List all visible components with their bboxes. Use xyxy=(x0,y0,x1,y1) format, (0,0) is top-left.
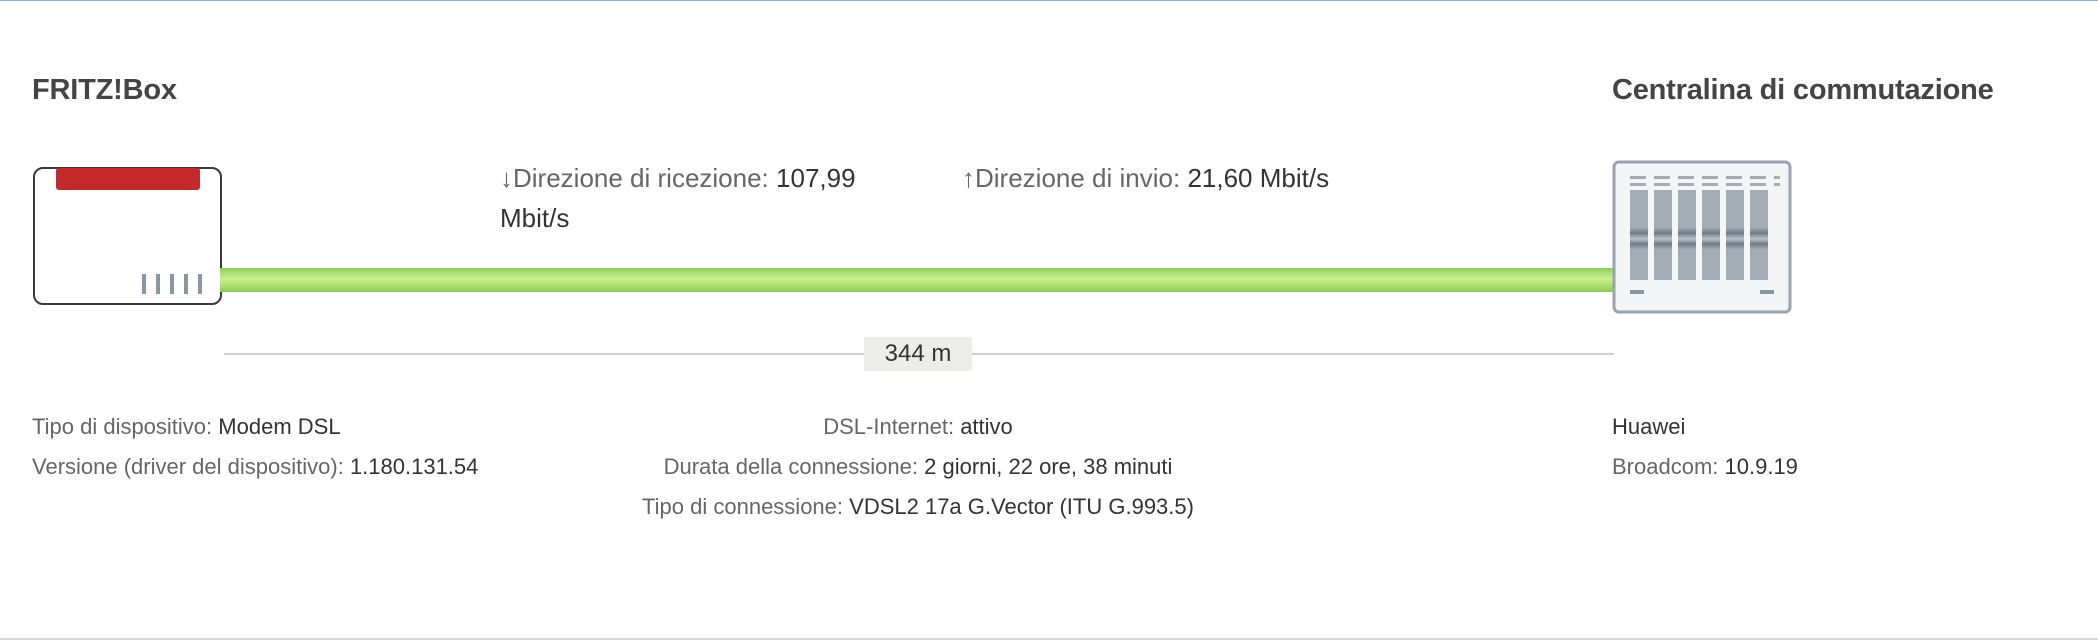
connection-duration-row: Durata della connessione: 2 giorni, 22 o… xyxy=(618,447,1218,487)
driver-version-label: Versione (driver del dispositivo): xyxy=(32,454,344,479)
device-type-label: Tipo di dispositivo: xyxy=(32,414,213,439)
fritzbox-router-icon xyxy=(33,167,222,305)
dsl-line-status-bar xyxy=(220,268,1615,292)
fritzbox-title: FRITZ!Box xyxy=(32,74,177,106)
exchange-chip-value: 10.9.19 xyxy=(1724,454,1798,479)
bottom-divider xyxy=(0,638,2098,640)
exchange-title: Centralina di commutazione xyxy=(1612,74,1994,106)
device-type-row: Tipo di dispositivo: Modem DSL xyxy=(32,407,341,447)
dsl-internet-label: DSL-Internet: xyxy=(823,414,955,439)
exchange-chip-row: Broadcom: 10.9.19 xyxy=(1612,447,1798,487)
downstream-label: ↓Direzione di ricezione: xyxy=(500,163,769,193)
dsl-internet-row: DSL-Internet: attivo xyxy=(618,407,1218,447)
exchange-cabinet-icon xyxy=(1612,160,1792,314)
connection-type-row: Tipo di connessione: VDSL2 17a G.Vector … xyxy=(618,487,1218,527)
top-divider xyxy=(0,0,2098,1)
connection-type-label: Tipo di connessione: xyxy=(642,494,844,519)
upstream-value: 21,60 Mbit/s xyxy=(1187,163,1330,193)
connection-type-value: VDSL2 17a G.Vector (ITU G.993.5) xyxy=(849,494,1194,519)
downstream-rate: ↓Direzione di ricezione: 107,99 Mbit/s xyxy=(500,158,880,238)
exchange-vendor: Huawei xyxy=(1612,414,1686,439)
connection-duration-label: Durata della connessione: xyxy=(663,454,918,479)
exchange-chip-label: Broadcom: xyxy=(1612,454,1719,479)
upstream-rate: ↑Direzione di invio: 21,60 Mbit/s xyxy=(962,158,1382,198)
device-type-value: Modem DSL xyxy=(218,414,341,439)
driver-version-row: Versione (driver del dispositivo): 1.180… xyxy=(32,447,478,487)
upstream-label: ↑Direzione di invio: xyxy=(962,163,1181,193)
dsl-internet-value: attivo xyxy=(960,414,1013,439)
driver-version-value: 1.180.131.54 xyxy=(349,454,479,479)
distance-badge: 344 m xyxy=(864,337,972,371)
connection-duration-value: 2 giorni, 22 ore, 38 minuti xyxy=(924,454,1173,479)
